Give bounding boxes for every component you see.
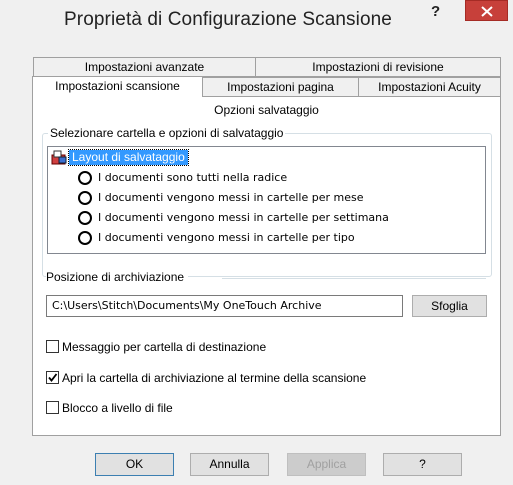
ok-button[interactable]: OK (95, 453, 174, 476)
divider (222, 278, 486, 279)
close-button[interactable] (465, 0, 508, 21)
archive-location-label: Posizione di archiviazione (46, 270, 189, 284)
layout-option-label: I documenti vengono messi in cartelle pe… (98, 211, 389, 224)
layout-option-label: I documenti sono tutti nella radice (98, 171, 288, 184)
radio-icon[interactable] (78, 171, 92, 185)
tab-impostazioni-pagina[interactable]: Impostazioni pagina (202, 77, 359, 97)
checkbox-label: Messaggio per cartella di destinazione (62, 340, 267, 354)
checkbox-label: Blocco a livello di file (62, 401, 173, 415)
title-bar: Proprietà di Configurazione Scansione ? (0, 0, 513, 38)
radio-icon[interactable] (78, 191, 92, 205)
tab-impostazioni-acuity[interactable]: Impostazioni Acuity (358, 77, 501, 97)
checkmark-icon (48, 373, 58, 382)
checkbox-checked[interactable] (46, 371, 59, 384)
tab-panel: Opzioni salvataggio Selezionare cartella… (32, 96, 501, 436)
group-label: Selezionare cartella e opzioni di salvat… (48, 126, 286, 140)
save-layout-tree[interactable]: Layout di salvataggio I documenti sono t… (47, 146, 486, 254)
window-title: Proprietà di Configurazione Scansione (64, 9, 392, 30)
tab-impostazioni-revisione[interactable]: Impostazioni di revisione (255, 57, 501, 77)
tab-impostazioni-scansione[interactable]: Impostazioni scansione (32, 76, 203, 97)
layout-option-label: I documenti vengono messi in cartelle pe… (98, 231, 355, 244)
folder-layout-icon (51, 150, 67, 165)
apply-button[interactable]: Applica (287, 453, 366, 476)
radio-icon[interactable] (78, 211, 92, 225)
cancel-button[interactable]: Annulla (190, 453, 269, 476)
tree-root-label[interactable]: Layout di salvataggio (68, 149, 189, 166)
layout-option-label: I documenti vengono messi in cartelle pe… (98, 191, 364, 204)
help-button[interactable]: ? (383, 453, 462, 476)
tab-impostazioni-avanzate[interactable]: Impostazioni avanzate (33, 57, 256, 77)
close-icon (481, 6, 493, 17)
checkbox[interactable] (46, 340, 59, 353)
panel-title: Opzioni salvataggio (214, 103, 319, 117)
save-options-group: Selezionare cartella e opzioni di salvat… (42, 126, 492, 277)
browse-button[interactable]: Sfoglia (412, 295, 487, 317)
checkbox[interactable] (46, 401, 59, 414)
help-title-button[interactable]: ? (431, 3, 440, 20)
radio-icon[interactable] (78, 231, 92, 245)
archive-path-field[interactable]: C:\Users\Stitch\Documents\My OneTouch Ar… (46, 295, 403, 317)
checkbox-label: Apri la cartella di archiviazione al ter… (62, 371, 367, 385)
